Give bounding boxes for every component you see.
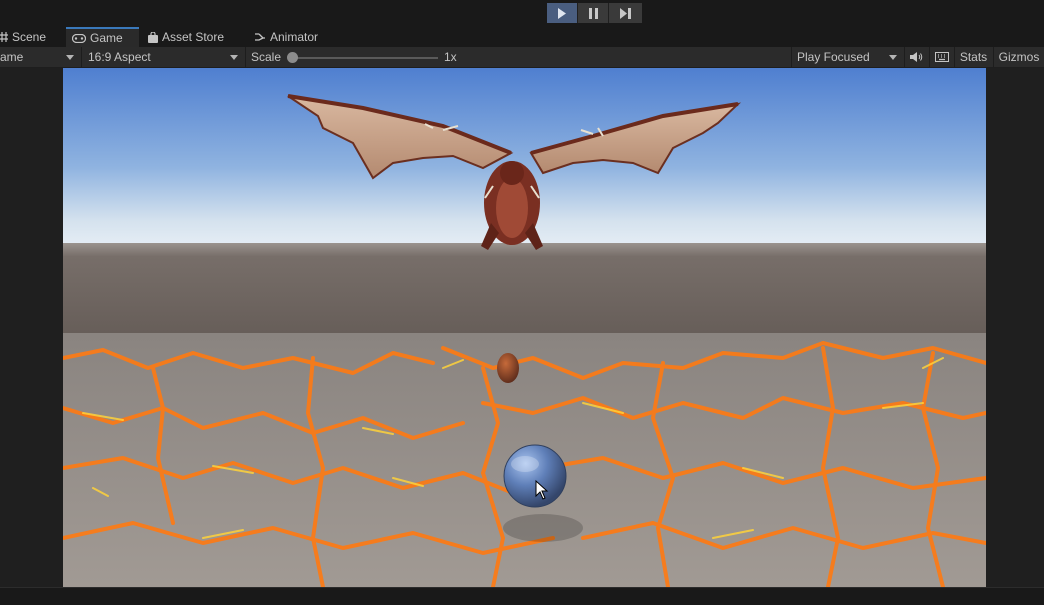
play-mode-dropdown[interactable]: Play Focused (791, 47, 903, 67)
play-toolbar (0, 0, 1044, 27)
animator-icon (255, 33, 265, 41)
game-render (63, 68, 986, 587)
glass-sphere[interactable] (503, 444, 567, 508)
gizmos-button[interactable]: Gizmos (993, 47, 1044, 67)
stats-label: Stats (959, 50, 988, 64)
tab-asset-store[interactable]: Asset Store (148, 27, 238, 47)
play-mode-label: Play Focused (797, 50, 870, 64)
speaker-icon (910, 52, 923, 62)
stats-button[interactable]: Stats (954, 47, 992, 67)
ground-plane (63, 243, 986, 333)
sphere-shadow (503, 514, 583, 542)
step-button[interactable] (609, 3, 642, 23)
aspect-dropdown[interactable]: 16:9 Aspect (81, 47, 244, 67)
step-icon (620, 7, 631, 19)
tab-asset-store-label: Asset Store (162, 30, 225, 44)
gizmos-label: Gizmos (998, 50, 1040, 64)
chevron-down-icon (66, 54, 74, 60)
tab-game[interactable]: Game (66, 27, 139, 47)
game-view-letterbox-right (986, 68, 1044, 587)
mute-audio-button[interactable] (904, 47, 928, 67)
tab-animator[interactable]: Animator (254, 27, 334, 47)
scale-slider-track[interactable] (292, 57, 438, 59)
scale-value: 1x (444, 47, 474, 67)
editor-tab-bar: Scene Game Asset Store Animator (0, 27, 1044, 47)
game-view-toolbar: ame 16:9 Aspect Scale 1x Play Focused St… (0, 47, 1044, 68)
pause-button[interactable] (578, 3, 609, 23)
gamepad-icon (72, 33, 86, 43)
display-dropdown[interactable]: ame (0, 47, 80, 67)
tab-scene[interactable]: Scene (0, 27, 62, 47)
play-controls (547, 3, 642, 23)
keyboard-icon (934, 52, 949, 62)
shopping-bag-icon (148, 31, 158, 43)
pause-icon (588, 7, 598, 19)
shortcuts-button[interactable] (929, 47, 953, 67)
dragon-egg (497, 353, 519, 383)
tab-animator-label: Animator (270, 30, 319, 44)
play-button[interactable] (547, 3, 578, 23)
scale-slider-handle[interactable] (287, 52, 298, 63)
aspect-dropdown-label: 16:9 Aspect (88, 50, 151, 64)
scale-label: Scale (245, 47, 285, 67)
play-icon (558, 7, 566, 19)
game-viewport[interactable] (63, 68, 986, 587)
display-dropdown-label: ame (0, 50, 24, 64)
chevron-down-icon (889, 54, 897, 60)
chevron-down-icon (230, 54, 238, 60)
tab-game-label: Game (90, 31, 123, 45)
scale-label-text: Scale (251, 50, 282, 64)
status-bar (0, 587, 1044, 605)
game-view-letterbox-left (0, 68, 63, 587)
tab-scene-label: Scene (12, 30, 47, 44)
grid-icon (0, 32, 8, 42)
scale-value-text: 1x (444, 50, 457, 64)
